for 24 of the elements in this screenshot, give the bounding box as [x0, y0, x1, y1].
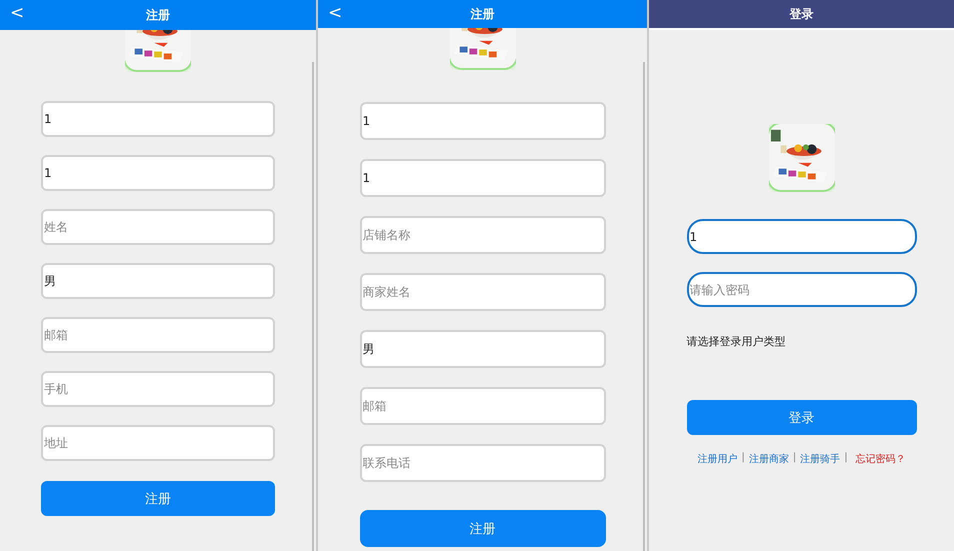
input-field[interactable]: 1 [686, 219, 916, 254]
back-button[interactable]: < [324, 2, 346, 24]
screen-title: 注册 [470, 6, 494, 22]
input-field[interactable]: 1 [41, 155, 275, 191]
screen-title: 登录 [790, 6, 814, 22]
input-field[interactable]: 请输入密码 [686, 272, 916, 307]
back-button[interactable]: < [6, 2, 28, 24]
input-field[interactable]: 1 [41, 101, 275, 137]
link[interactable]: 注册骑手 [800, 452, 840, 466]
link[interactable]: 注册用户 [697, 452, 738, 466]
input-field[interactable]: 男 [41, 263, 275, 299]
input-field[interactable]: 1 [360, 159, 606, 197]
separator-text: | [741, 452, 745, 465]
register-button[interactable]: 注册 [41, 481, 275, 516]
input-field[interactable]: 1 [360, 102, 606, 140]
prompt-text: 请选择登录用户类型 [686, 334, 786, 349]
separator-text: | [844, 452, 848, 465]
input-field[interactable]: 男 [360, 330, 606, 368]
link[interactable]: 忘记密码？ [856, 452, 906, 466]
register-button[interactable]: 注册 [360, 510, 606, 547]
screen-title: 注册 [146, 6, 170, 24]
link[interactable]: 注册商家 [748, 452, 789, 466]
separator-text: | [792, 452, 796, 465]
login-button[interactable]: 登录 [686, 400, 916, 435]
